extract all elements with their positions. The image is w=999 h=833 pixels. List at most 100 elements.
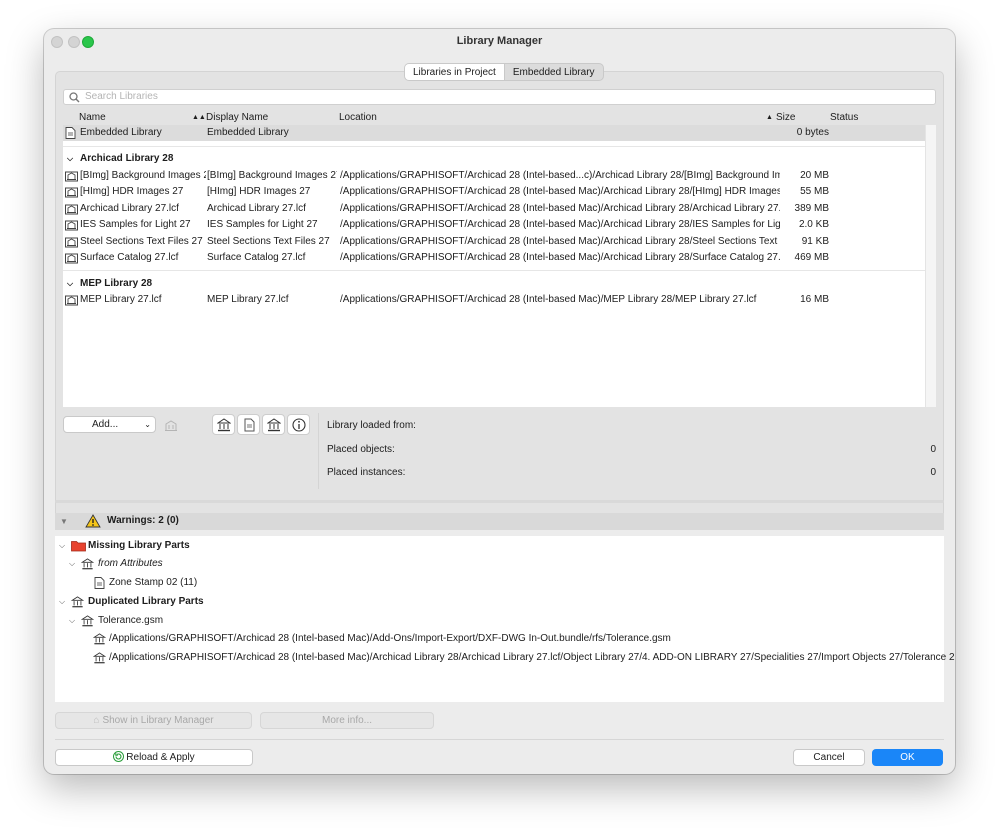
show-in-library-manager-button[interactable]: ⌂ Show in Library Manager — [55, 712, 252, 729]
chevron-down-icon: ⌵ — [59, 541, 66, 550]
column-display-name[interactable]: Display Name — [206, 112, 268, 123]
table-row[interactable]: Embedded Library Embedded Library 0 byte… — [63, 125, 925, 141]
loaded-from-label: Library loaded from: — [327, 420, 416, 431]
tab-libraries-in-project[interactable]: Libraries in Project — [405, 64, 505, 80]
column-name[interactable]: Name — [79, 112, 106, 123]
table-row[interactable]: IES Samples for Light 27 IES Samples for… — [63, 217, 925, 233]
duplicate-path: /Applications/GRAPHISOFT/Archicad 28 (In… — [109, 652, 955, 663]
cell-location: /Applications/GRAPHISOFT/Archicad 28 (In… — [340, 186, 780, 197]
cell-name: IES Samples for Light 27 — [80, 219, 191, 230]
cell-size: 0 bytes — [796, 127, 829, 138]
cell-size: 20 MB — [800, 170, 829, 181]
footer-divider — [55, 739, 944, 740]
tree-item-zone-stamp[interactable]: Zone Stamp 02 (11) — [94, 575, 394, 591]
cell-location: /Applications/GRAPHISOFT/Archicad 28 (In… — [340, 170, 780, 181]
placed-objects-value: 0 — [930, 444, 936, 455]
duplicated-label: Duplicated Library Parts — [88, 596, 204, 607]
table-header: Name ▲▲ Display Name Location ▲ Size Sta… — [63, 111, 936, 125]
sort-arrow-icon: ▲ — [766, 114, 773, 121]
tree-item-path[interactable]: /Applications/GRAPHISOFT/Archicad 28 (In… — [93, 650, 955, 666]
library-manager-window: Library Manager Libraries in Project Emb… — [44, 29, 955, 774]
group-header[interactable]: ⌵ Archicad Library 28 — [63, 151, 925, 167]
info-button[interactable] — [287, 414, 310, 435]
tree-item-duplicated[interactable]: ⌵ Duplicated Library Parts — [59, 594, 359, 610]
tree-item-from-attributes[interactable]: ⌵ from Attributes — [69, 556, 369, 572]
cell-display-name: MEP Library 27.lcf — [207, 294, 289, 305]
library-remove-icon — [165, 420, 177, 431]
tree-item-tolerance[interactable]: ⌵ Tolerance.gsm — [69, 613, 369, 629]
cell-location: /Applications/GRAPHISOFT/Archicad 28 (In… — [340, 219, 780, 230]
table-scrollbar[interactable] — [925, 125, 936, 407]
table-row[interactable]: Surface Catalog 27.lcf Surface Catalog 2… — [63, 250, 925, 266]
library-building-icon — [93, 633, 106, 645]
search-placeholder: Search Libraries — [85, 91, 158, 102]
library-folder-icon — [65, 187, 78, 198]
more-info-button[interactable]: More info... — [260, 712, 434, 729]
warnings-header[interactable]: ▼ Warnings: 2 (0) — [55, 513, 944, 530]
bim-components-button[interactable] — [212, 414, 235, 435]
cell-name: Embedded Library — [80, 127, 162, 138]
library-folder-icon — [65, 204, 78, 215]
chevron-down-icon: ⌄ — [144, 420, 151, 429]
table-row[interactable]: [HImg] HDR Images 27 [HImg] HDR Images 2… — [63, 184, 925, 200]
column-size[interactable]: Size — [776, 112, 795, 123]
tree-item-missing[interactable]: ⌵ Missing Library Parts — [59, 538, 359, 554]
search-field[interactable]: Search Libraries — [63, 89, 936, 105]
add-library-dropdown[interactable]: Add... ⌄ — [63, 416, 156, 433]
ok-button[interactable]: OK — [872, 749, 943, 766]
sort-arrows-icon: ▲▲ — [192, 114, 206, 121]
cell-name: [HImg] HDR Images 27 — [80, 186, 184, 197]
reload-apply-label: Reload & Apply — [126, 752, 195, 763]
cell-display-name: [BImg] Background Images 27 — [207, 170, 337, 181]
cell-location: /Applications/GRAPHISOFT/Archicad 28 (In… — [340, 236, 780, 247]
chevron-down-icon: ⌵ — [67, 154, 74, 163]
library-settings-button[interactable] — [262, 414, 285, 435]
document-library-button[interactable] — [237, 414, 260, 435]
view-tabs: Libraries in Project Embedded Library — [404, 63, 604, 81]
cancel-button[interactable]: Cancel — [793, 749, 865, 766]
column-location[interactable]: Location — [339, 112, 377, 123]
table-row[interactable]: Archicad Library 27.lcf Archicad Library… — [63, 201, 925, 217]
warning-icon — [85, 514, 101, 528]
cell-display-name: Steel Sections Text Files 27 — [207, 236, 330, 247]
table-row[interactable]: MEP Library 27.lcf MEP Library 27.lcf /A… — [63, 292, 925, 308]
cell-display-name: Archicad Library 27.lcf — [207, 203, 306, 214]
from-attributes-label: from Attributes — [98, 558, 163, 569]
libraries-table: Embedded Library Embedded Library 0 byte… — [63, 125, 925, 407]
duplicate-path: /Applications/GRAPHISOFT/Archicad 28 (In… — [109, 633, 671, 644]
group-title: MEP Library 28 — [80, 278, 153, 289]
warnings-tree: ⌵ Missing Library Parts ⌵ from Attribute… — [55, 536, 955, 702]
table-row[interactable]: Steel Sections Text Files 27 Steel Secti… — [63, 234, 925, 250]
placed-instances-label: Placed instances: — [327, 467, 406, 478]
cell-display-name: [HImg] HDR Images 27 — [207, 186, 311, 197]
cell-size: 55 MB — [800, 186, 829, 197]
library-folder-icon — [65, 237, 78, 248]
title-bar: Library Manager — [44, 29, 955, 53]
library-folder-icon — [65, 253, 78, 264]
add-label: Add... — [92, 419, 119, 430]
placed-objects-label: Placed objects: — [327, 444, 395, 455]
reload-icon — [113, 751, 125, 762]
chevron-down-icon: ⌵ — [69, 559, 76, 568]
column-status[interactable]: Status — [830, 112, 858, 123]
more-info-label: More info... — [321, 715, 373, 726]
remove-library-button[interactable] — [159, 414, 182, 435]
red-folder-icon — [71, 541, 86, 552]
cell-name: Steel Sections Text Files 27 — [80, 236, 203, 247]
warnings-title: Warnings: 2 (0) — [107, 515, 179, 526]
divider — [63, 270, 925, 271]
splitter-handle[interactable] — [55, 500, 944, 503]
library-folder-icon — [65, 171, 78, 182]
cell-location: /Applications/GRAPHISOFT/Archicad 28 (In… — [340, 203, 780, 214]
info-icon — [292, 418, 306, 432]
tab-embedded-library[interactable]: Embedded Library — [505, 64, 603, 80]
tree-item-path[interactable]: /Applications/GRAPHISOFT/Archicad 28 (In… — [93, 631, 933, 647]
library-building-icon — [71, 596, 84, 608]
library-building-icon — [217, 418, 231, 432]
library-building-icon — [267, 418, 281, 432]
table-row[interactable]: [BImg] Background Images 27 [BImg] Backg… — [63, 168, 925, 184]
show-in-manager-label: Show in Library Manager — [102, 715, 214, 726]
cell-location: /Applications/GRAPHISOFT/Archicad 28 (In… — [340, 252, 780, 263]
reload-apply-button[interactable]: Reload & Apply — [55, 749, 253, 766]
group-header[interactable]: ⌵ MEP Library 28 — [63, 276, 925, 292]
